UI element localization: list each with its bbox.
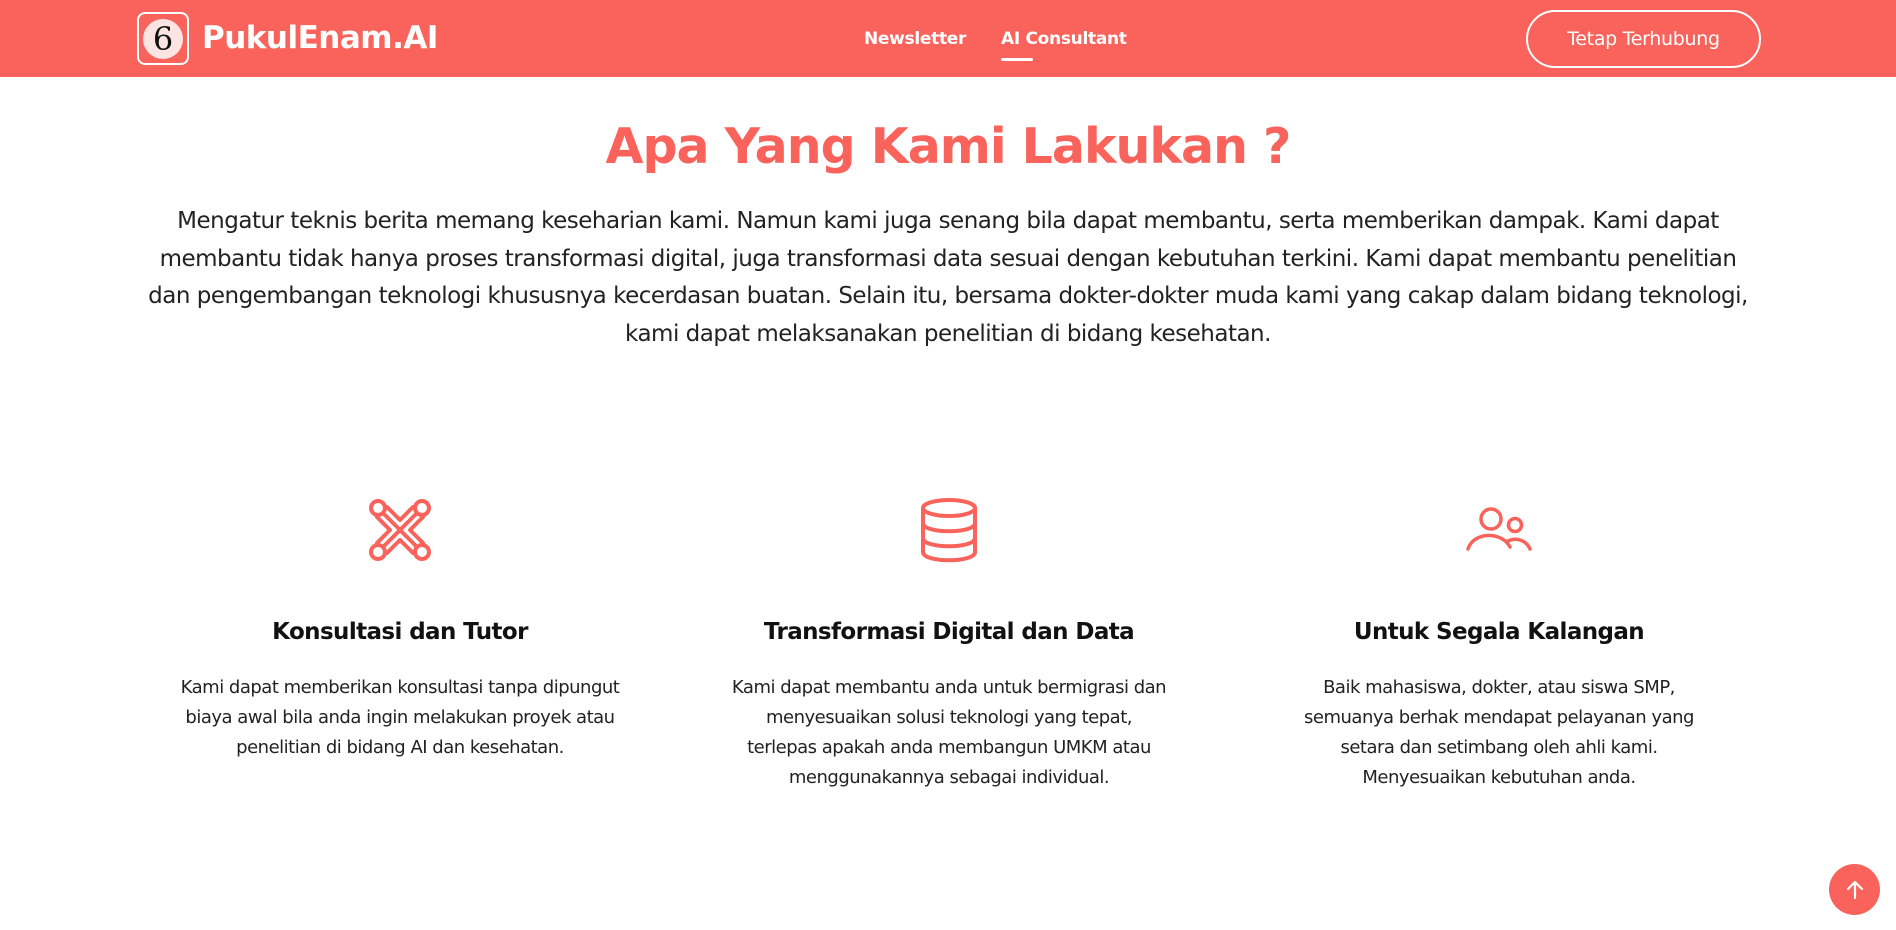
logo[interactable]: 6 — [137, 12, 189, 65]
nav-ai-consultant[interactable]: AI Consultant — [1001, 28, 1127, 50]
active-nav-indicator — [1001, 58, 1033, 61]
feature-card-everyone: Untuk Segala Kalangan Baik mahasiswa, do… — [1264, 495, 1734, 793]
contact-button[interactable]: Tetap Terhubung — [1526, 10, 1761, 68]
feature-title: Konsultasi dan Tutor — [272, 619, 528, 645]
database-icon — [921, 498, 977, 563]
nav-newsletter[interactable]: Newsletter — [864, 28, 966, 50]
scroll-to-top-button[interactable] — [1829, 864, 1880, 915]
users-icon — [1466, 507, 1532, 551]
page: 6 PukulEnam.AI Newsletter AI Consultant … — [0, 0, 1896, 930]
header-bar: 6 PukulEnam.AI Newsletter AI Consultant … — [0, 0, 1896, 77]
feature-card-digital-transformation: Transformasi Digital dan Data Kami dapat… — [714, 495, 1184, 793]
section-title: Apa Yang Kami Lakukan ? — [605, 118, 1292, 175]
feature-title: Transformasi Digital dan Data — [763, 619, 1135, 645]
feature-description: Baik mahasiswa, dokter, atau siswa SMP, … — [1304, 677, 1694, 788]
brand-name[interactable]: PukulEnam.AI — [202, 16, 438, 60]
logo-six-icon: 6 — [143, 18, 183, 59]
section-description: Mengatur teknis berita memang keseharian… — [148, 208, 1748, 347]
joomla-icon — [369, 499, 431, 561]
feature-card-consulting: Konsultasi dan Tutor Kami dapat memberik… — [165, 495, 635, 763]
feature-description: Kami dapat membantu anda untuk bermigras… — [731, 677, 1167, 788]
feature-description: Kami dapat memberikan konsultasi tanpa d… — [180, 677, 620, 758]
svg-text:6: 6 — [153, 20, 173, 58]
arrow-up-icon — [1846, 880, 1863, 899]
feature-title: Untuk Segala Kalangan — [1353, 619, 1645, 645]
